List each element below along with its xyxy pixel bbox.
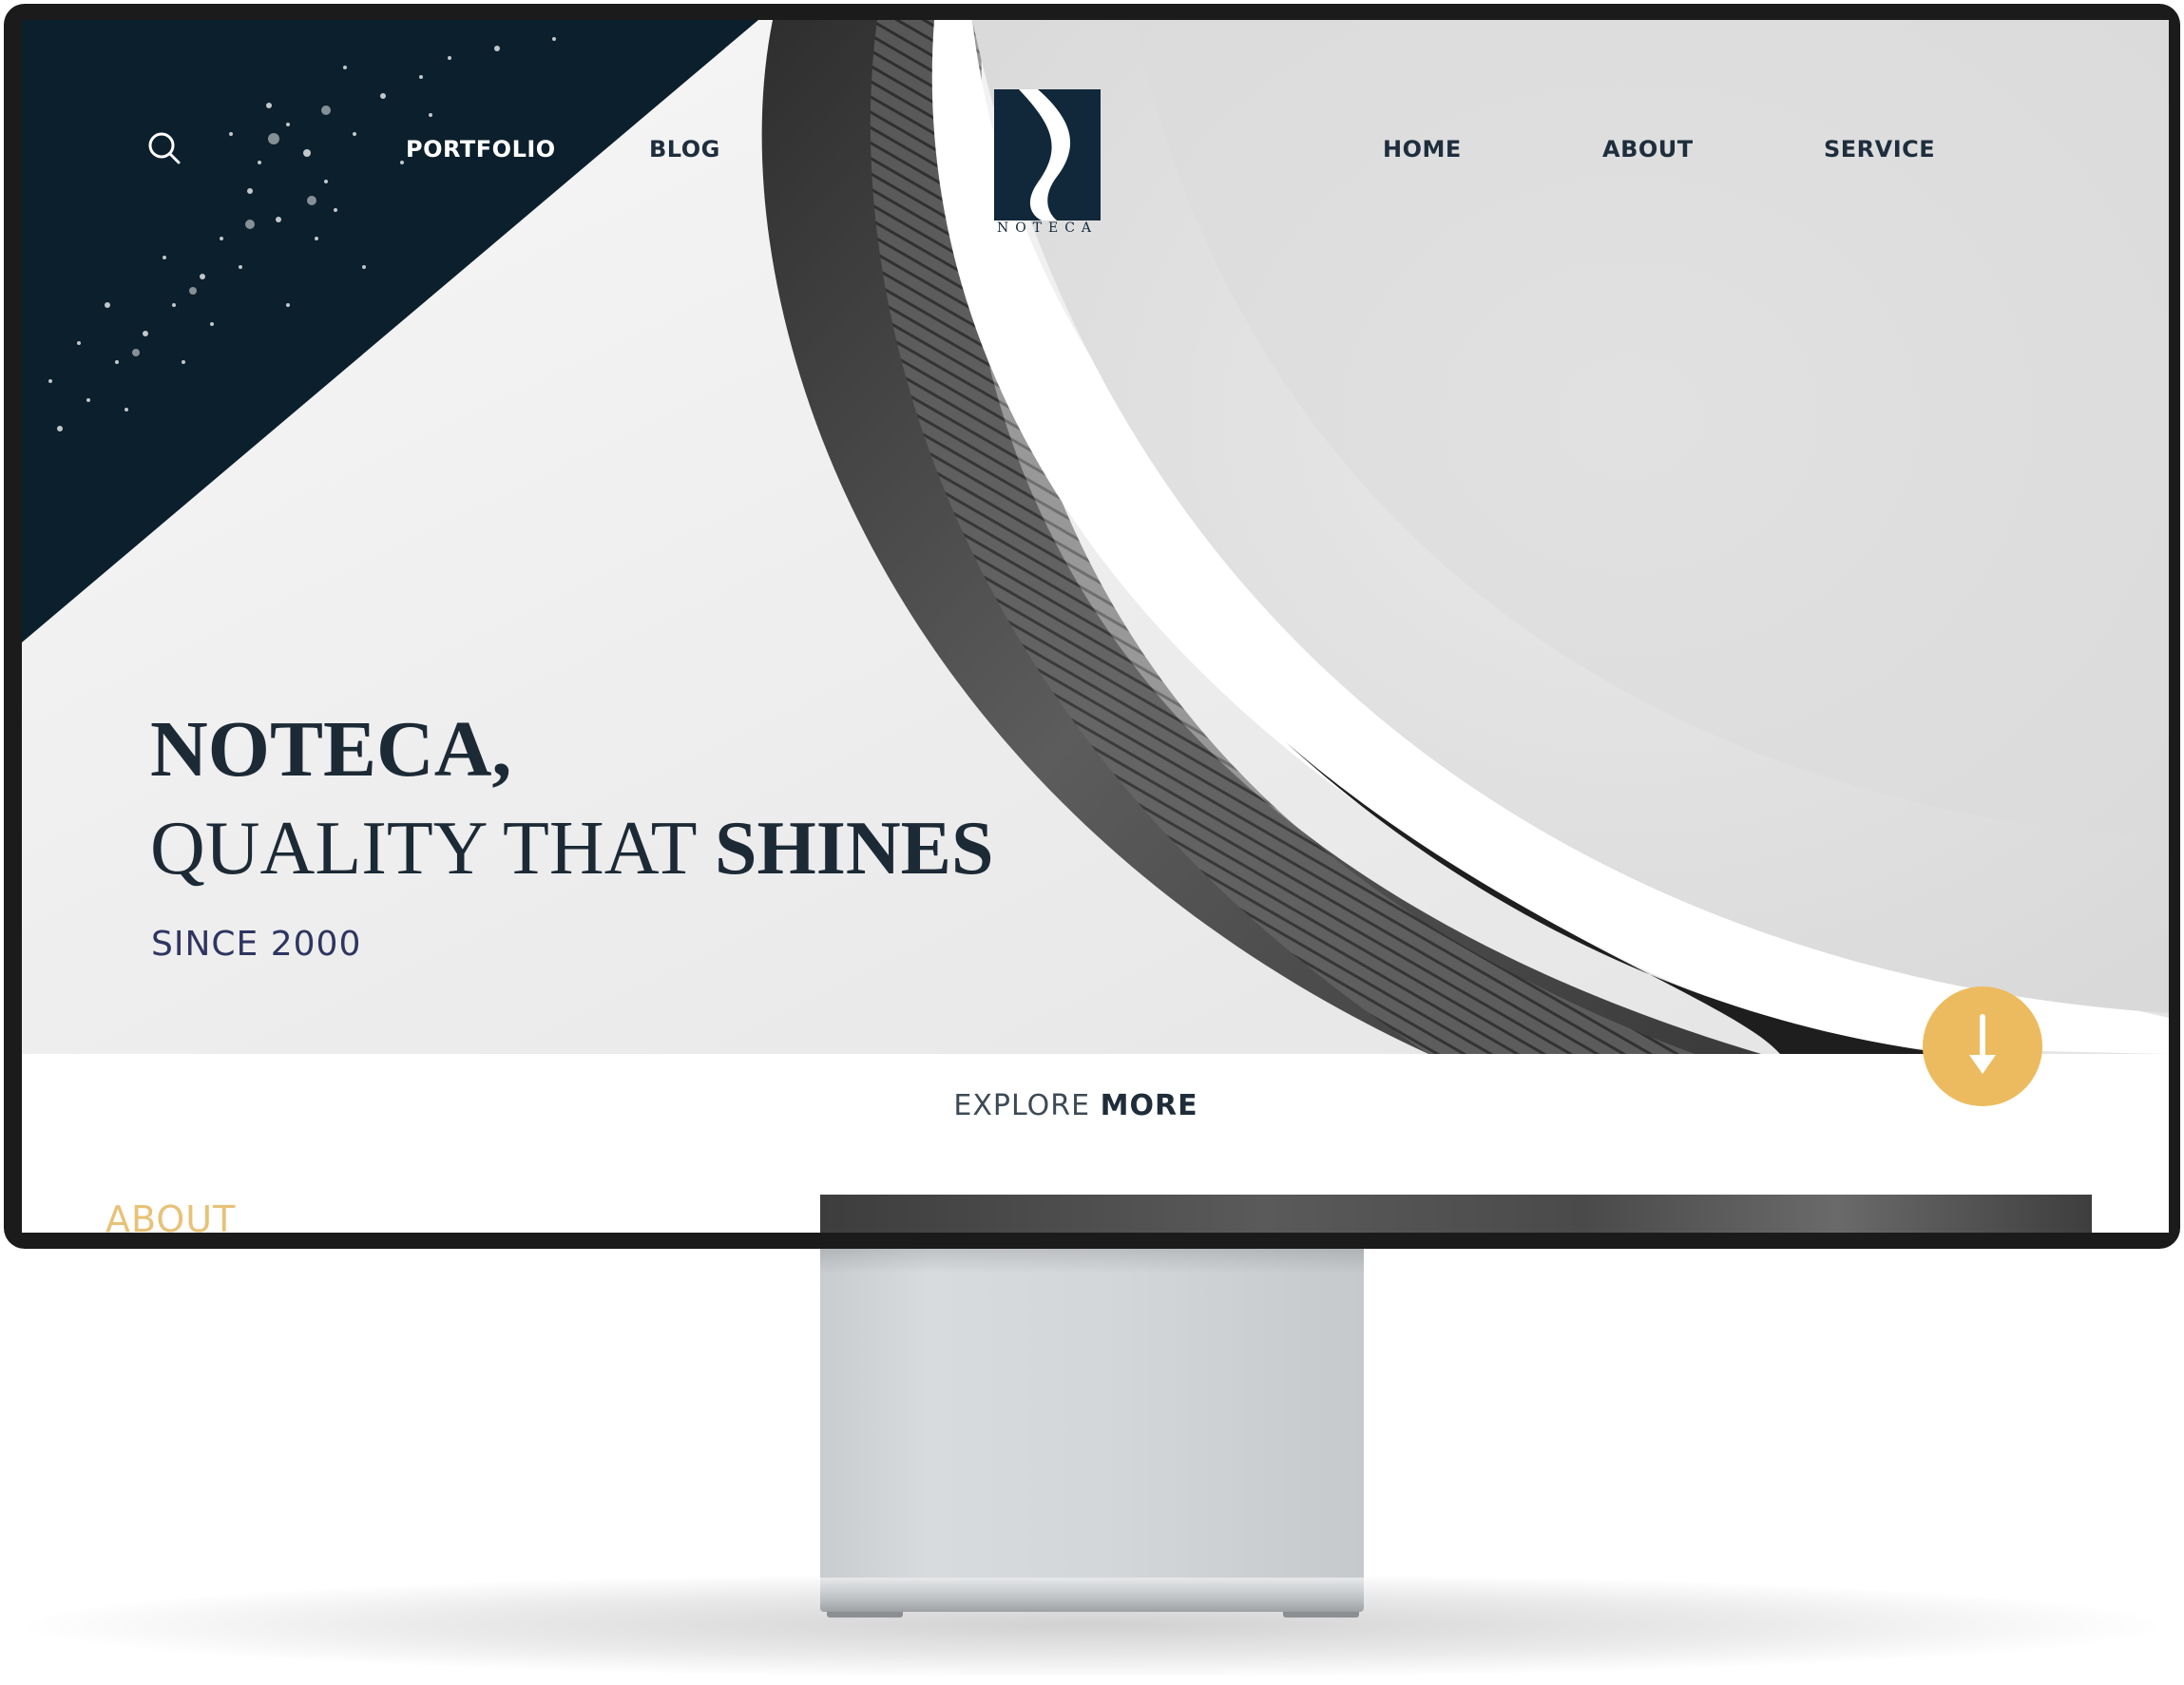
nav-item-blog[interactable]: BLOG [649,136,720,163]
nav-item-about[interactable]: ABOUT [1602,136,1694,163]
about-section-label: ABOUT [105,1198,237,1233]
hero-since-text: SINCE 2000 [151,925,362,964]
website-screen: PORTFOLIO BLOG NOTECA HOME ABOUT SERVICE… [22,20,2169,1233]
hero-headline: NOTECA, QUALITY THAT SHINES [150,702,994,900]
explore-more-link[interactable]: EXPLORE MORE [22,1089,2130,1122]
search-icon[interactable] [145,129,183,167]
hero-title-bold: SHINES [715,807,994,890]
explore-bold-text: MORE [1100,1089,1198,1122]
monitor-foot [1283,1612,1359,1618]
hero-section: PORTFOLIO BLOG NOTECA HOME ABOUT SERVICE… [22,20,2169,1054]
logo-text: NOTECA [996,220,1099,236]
nav-item-portfolio[interactable]: PORTFOLIO [406,136,556,163]
nav-item-home[interactable]: HOME [1383,136,1462,163]
scroll-down-button[interactable] [1923,986,2042,1106]
noteca-logo-icon[interactable]: NOTECA [994,89,1101,241]
nav-item-service[interactable]: SERVICE [1824,136,1935,163]
hero-title-line1: NOTECA, [150,705,512,794]
hero-title-line2: QUALITY THAT SHINES [150,797,994,900]
monitor-bezel: PORTFOLIO BLOG NOTECA HOME ABOUT SERVICE… [4,4,2180,1249]
hero-title-regular: QUALITY THAT [150,807,716,890]
monitor-foot [827,1612,903,1618]
about-section-image [820,1195,2092,1233]
explore-text: EXPLORE [953,1089,1101,1122]
monitor-stand [820,1235,1364,1582]
arrow-down-icon [1969,1014,1996,1074]
monitor-stand-base [820,1578,1364,1612]
